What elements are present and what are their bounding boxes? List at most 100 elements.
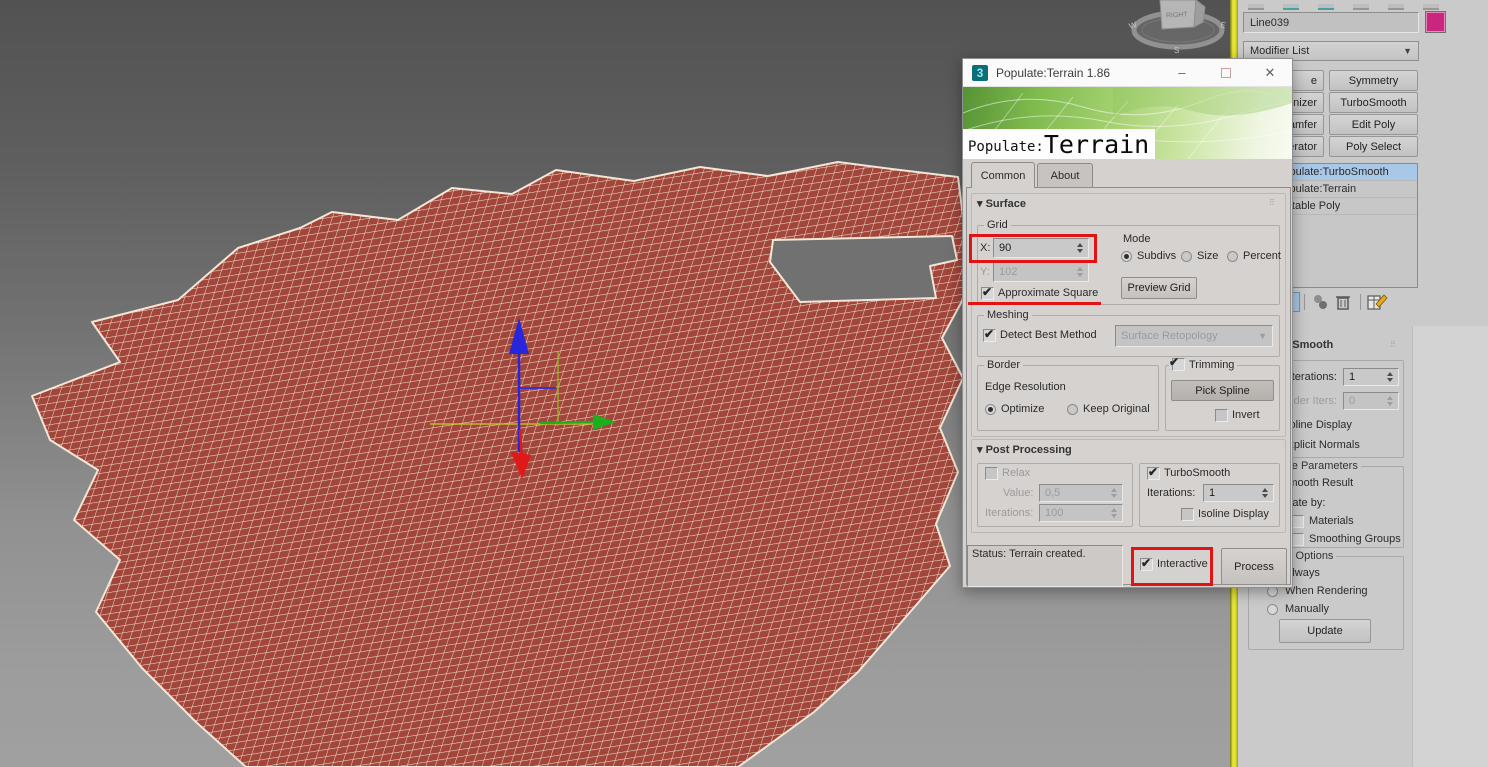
post-processing-header[interactable]: ▾ Post Processing	[977, 443, 1072, 456]
optimize-radio[interactable]	[985, 404, 996, 415]
turbosmooth-label: TurboSmooth	[1164, 467, 1231, 479]
panel-empty-column	[1412, 326, 1488, 767]
tab-utilities-icon[interactable]	[1423, 4, 1439, 10]
modifier-button-symmetry[interactable]: Symmetry	[1329, 70, 1418, 91]
detect-best-method-label: Detect Best Method	[1000, 329, 1097, 341]
relax-iterations-label: Iterations:	[985, 507, 1034, 519]
spinner-arrows	[1074, 263, 1086, 281]
turbo-iterations-label: Iterations:	[1147, 487, 1196, 499]
relax-label: Relax	[1002, 467, 1031, 479]
approximate-square-checkbox[interactable]	[981, 285, 994, 300]
y-spinner: 102	[993, 262, 1089, 282]
configure-modifier-sets-icon[interactable]	[1366, 292, 1388, 312]
smoothing-groups-label: Smoothing Groups	[1309, 533, 1401, 545]
y-label: Y:	[980, 266, 990, 278]
relax-checkbox[interactable]	[985, 467, 998, 480]
invert-checkbox[interactable]	[1215, 409, 1228, 422]
minimize-button[interactable]: –	[1160, 59, 1204, 86]
relax-iterations-field: 100	[1039, 504, 1123, 522]
surface-retopology-dropdown: Surface Retopology ▼	[1115, 325, 1273, 347]
update-manually-radio[interactable]	[1267, 604, 1278, 615]
mode-subdivs-radio[interactable]	[1121, 251, 1132, 262]
modifier-button-poly-select[interactable]: Poly Select	[1329, 136, 1418, 157]
spinner-arrows	[1384, 393, 1396, 409]
spinner-arrows	[1108, 485, 1120, 501]
border-group-label: Border	[984, 359, 1024, 371]
tab-display-icon[interactable]	[1388, 4, 1404, 10]
update-manually-label: Manually	[1285, 603, 1330, 615]
detect-best-method-checkbox[interactable]	[983, 327, 996, 342]
compass-south[interactable]: S	[1174, 46, 1179, 55]
tab-create-icon[interactable]	[1248, 4, 1264, 10]
viewcube[interactable]: RIGHT W E S	[1108, 0, 1248, 62]
populate-terrain-dialog: 3 Populate:Terrain 1.86 – ✕ Populate: Ter…	[962, 58, 1293, 588]
update-when-rendering-label: When Rendering	[1285, 585, 1368, 597]
terrain-trim-hole	[769, 235, 958, 303]
border-group: Border	[977, 359, 1159, 431]
dialog-banner: Populate: Terrain	[963, 87, 1292, 159]
annotation-interactive	[1131, 547, 1213, 586]
invert-label: Invert	[1232, 409, 1260, 421]
object-name-value: Line039	[1250, 16, 1290, 29]
turbo-iterations-field[interactable]: 1	[1203, 484, 1274, 502]
spinner-arrows[interactable]	[1384, 369, 1396, 385]
trimming-toggle[interactable]: Trimming	[1169, 358, 1238, 371]
tab-hierarchy-icon[interactable]	[1318, 4, 1334, 10]
trimming-label: Trimming	[1189, 358, 1235, 371]
object-name-field[interactable]: Line039	[1243, 12, 1419, 33]
status-text: Status: Terrain created.	[972, 548, 1086, 560]
wirecolor-swatch[interactable]	[1425, 11, 1446, 33]
chevron-down-icon: ▼	[1258, 331, 1267, 341]
tab-common[interactable]: Common	[971, 162, 1035, 188]
chevron-down-icon: ▼	[1403, 46, 1412, 56]
make-unique-icon[interactable]	[1310, 293, 1330, 311]
3dsmax-app-icon: 3	[972, 64, 988, 81]
tab-motion-icon[interactable]	[1353, 4, 1369, 10]
dialog-title: Populate:Terrain 1.86	[996, 65, 1111, 80]
render-iters-field: 0	[1343, 392, 1399, 410]
maximize-button[interactable]	[1204, 59, 1248, 86]
relax-value-label: Value:	[1003, 487, 1034, 499]
process-button[interactable]: Process	[1221, 548, 1287, 585]
keep-original-radio[interactable]	[1067, 404, 1078, 415]
dialog-titlebar[interactable]: 3 Populate:Terrain 1.86 – ✕	[963, 59, 1292, 87]
mode-percent-radio[interactable]	[1227, 251, 1238, 262]
optimize-label: Optimize	[1001, 403, 1045, 415]
status-box: Status: Terrain created.	[967, 545, 1123, 587]
modifier-button-turbosmooth[interactable]: TurboSmooth	[1329, 92, 1418, 113]
relax-value-field: 0,5	[1039, 484, 1123, 502]
modifier-list-label: Modifier List	[1250, 45, 1310, 57]
approximate-square-label: Approximate Square	[998, 287, 1099, 299]
rollout-grip: ⠿	[1390, 340, 1397, 349]
close-button[interactable]: ✕	[1248, 59, 1292, 86]
mode-size-label: Size	[1197, 250, 1219, 262]
tab-modify-icon[interactable]	[1283, 4, 1299, 10]
trimming-checkbox[interactable]	[1172, 358, 1185, 371]
compass-east[interactable]: E	[1220, 20, 1227, 30]
application-window: RIGHT W E S Line039 Modifier List ▼ e Sy…	[0, 0, 1488, 767]
update-button[interactable]: Update	[1279, 619, 1371, 643]
viewcube-face-label[interactable]: RIGHT	[1166, 11, 1189, 19]
remove-modifier-trash-icon[interactable]	[1334, 292, 1352, 312]
grid-group-label: Grid	[984, 219, 1011, 231]
maximize-icon	[1221, 67, 1231, 78]
surface-rollout-header[interactable]: ▾ Surface	[977, 197, 1026, 210]
annotation-approx-square-underline	[968, 302, 1101, 305]
mode-percent-label: Percent	[1243, 250, 1281, 262]
materials-label: Materials	[1309, 515, 1354, 527]
toolbar-separator	[1304, 294, 1305, 310]
edge-resolution-label: Edge Resolution	[985, 381, 1066, 393]
pick-spline-button[interactable]: Pick Spline	[1171, 380, 1274, 401]
meshing-group-label: Meshing	[984, 309, 1032, 321]
isoline-display-checkbox[interactable]	[1181, 508, 1194, 521]
iterations-field[interactable]: 1	[1343, 368, 1399, 386]
mode-size-radio[interactable]	[1181, 251, 1192, 262]
annotation-x-spinner	[969, 234, 1097, 263]
spinner-arrows[interactable]	[1259, 485, 1271, 501]
preview-grid-button[interactable]: Preview Grid	[1121, 277, 1197, 299]
spinner-arrows	[1108, 505, 1120, 521]
turbosmooth-checkbox[interactable]	[1147, 465, 1160, 480]
modifier-button-edit-poly[interactable]: Edit Poly	[1329, 114, 1418, 135]
iterations-label: Iterations:	[1288, 371, 1337, 383]
tab-about[interactable]: About	[1037, 163, 1093, 188]
